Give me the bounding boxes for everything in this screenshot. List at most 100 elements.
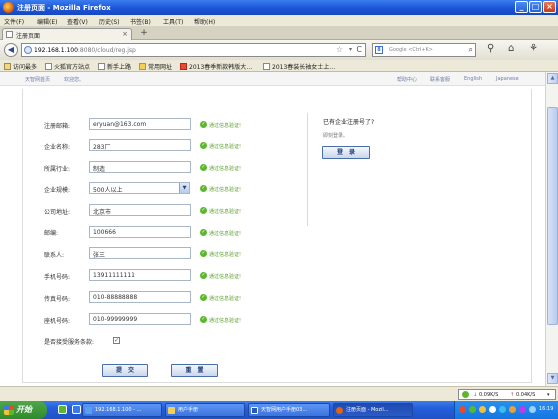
- company-size-label: 企业规模:: [44, 187, 71, 194]
- menu-edit[interactable]: 编辑(E): [37, 17, 57, 26]
- email-field[interactable]: eryuan@163.com: [89, 118, 191, 130]
- navigation-bar: ◀ 192.168.1.100:8080/cloud/reg.jsp ☆ ▾ C…: [0, 40, 558, 60]
- taskbar-item-folder[interactable]: 用户手册: [165, 403, 245, 417]
- menu-tools[interactable]: 工具(T): [163, 17, 183, 26]
- menu-history[interactable]: 历史(S): [99, 17, 120, 26]
- browser-quicklaunch-icon[interactable]: [72, 405, 81, 414]
- scroll-down-icon[interactable]: ▼: [547, 373, 558, 384]
- company-name-label: 企业名称:: [44, 144, 71, 151]
- phone-field[interactable]: 010-99999999: [89, 313, 191, 325]
- search-icon[interactable]: ⌕: [469, 45, 473, 55]
- login-button[interactable]: 登 录: [322, 146, 370, 159]
- volume-icon[interactable]: [489, 406, 496, 413]
- minimize-button[interactable]: _: [515, 1, 528, 13]
- home-icon[interactable]: ⌂: [508, 43, 514, 54]
- contact-field[interactable]: 张三: [89, 247, 191, 259]
- japanese-link[interactable]: Japanese: [496, 76, 519, 82]
- company-size-select[interactable]: 500人以上 ▼: [89, 182, 190, 194]
- company-name-field[interactable]: 283厂: [89, 139, 191, 151]
- status-bar: ↓ 0.09K/S ↑ 0.04K/S ▾: [0, 386, 558, 401]
- folder-icon: [168, 407, 175, 414]
- bookmark-firefox-site[interactable]: 火狐官方站点: [45, 62, 90, 71]
- maximize-button[interactable]: □: [529, 1, 542, 13]
- tab-close-icon[interactable]: ×: [122, 30, 128, 38]
- star-folder-icon: [4, 63, 11, 70]
- bookmark-spring-style[interactable]: 2013春季新款韩版大…: [180, 62, 252, 71]
- fax-field[interactable]: 010-88888888: [89, 291, 191, 303]
- window-title: 注册页面 - Mozilla Firefox: [17, 4, 111, 12]
- network-tray-icon[interactable]: [469, 406, 476, 413]
- home-link[interactable]: 天智网首页: [25, 76, 50, 83]
- page-icon: [263, 63, 270, 70]
- help-center-link[interactable]: 帮助中心: [397, 76, 417, 83]
- postcode-label: 邮编:: [44, 230, 59, 237]
- bookmark-getting-started[interactable]: 新手上路: [98, 62, 131, 71]
- check-icon: ✓: [200, 121, 207, 128]
- industry-field[interactable]: 制造: [89, 161, 191, 173]
- dropdown-arrow-icon[interactable]: ▾: [349, 46, 352, 53]
- search-bar[interactable]: 8 Google <Ctrl+K> ⌕: [372, 43, 476, 57]
- address-validation: 通过信息验证!: [209, 209, 242, 215]
- menu-help[interactable]: 帮助(H): [194, 17, 215, 26]
- vertical-scrollbar[interactable]: ▲ ▼: [545, 72, 558, 386]
- taskbar-item-document[interactable]: 天智网用户手册03...: [248, 403, 330, 417]
- fax-validation: 通过信息验证!: [209, 296, 242, 302]
- reload-icon[interactable]: C: [356, 45, 362, 54]
- start-button[interactable]: 开始: [0, 401, 47, 419]
- existing-account-title: 已有企业注册号了?: [323, 119, 375, 126]
- tab-register[interactable]: 注册页面 ×: [2, 28, 132, 40]
- taskbar-item-firefox[interactable]: 注册页面 - Mozil...: [333, 403, 413, 417]
- back-button[interactable]: ◀: [4, 43, 18, 57]
- speed-menu-icon[interactable]: ▾: [547, 391, 550, 400]
- scroll-thumb[interactable]: [547, 107, 558, 325]
- new-tab-button[interactable]: +: [138, 29, 150, 39]
- phone-label: 座机号码:: [44, 318, 71, 325]
- postcode-field[interactable]: 100666: [89, 226, 191, 238]
- mobile-field[interactable]: 13911111111: [89, 269, 191, 281]
- industry-label: 所属行业:: [44, 166, 71, 173]
- address-field[interactable]: 北京市: [89, 204, 191, 216]
- company-size-validation: 通过信息验证!: [209, 187, 242, 193]
- url-bar[interactable]: 192.168.1.100:8080/cloud/reg.jsp ☆ ▾ C: [21, 43, 366, 57]
- page-icon: [98, 63, 105, 70]
- close-button[interactable]: ×: [543, 1, 556, 13]
- addon-icon[interactable]: ⚘: [529, 43, 538, 54]
- industry-validation: 通过信息验证!: [209, 166, 242, 172]
- show-desktop-icon[interactable]: [58, 405, 67, 414]
- connection-icon[interactable]: [529, 406, 536, 413]
- menu-view[interactable]: 查看(V): [67, 17, 88, 26]
- firefox-icon: [3, 2, 14, 13]
- menu-bookmarks[interactable]: 书签(B): [130, 17, 151, 26]
- bookmark-spring-shirt[interactable]: 2013春装长袖女士上…: [263, 62, 335, 71]
- login-now-text: 即刻登录。: [323, 133, 349, 139]
- submit-button[interactable]: 提 交: [102, 364, 148, 377]
- page-content: 注册邮箱: eryuan@163.com ✓ 通过信息验证! 企业名称: 283…: [0, 86, 545, 386]
- email-validation: 通过信息验证!: [209, 123, 242, 129]
- english-link[interactable]: English: [464, 76, 482, 82]
- url-text[interactable]: 192.168.1.100:8080/cloud/reg.jsp: [34, 47, 136, 54]
- update-icon[interactable]: [509, 406, 516, 413]
- terms-checkbox[interactable]: ✓: [113, 337, 120, 344]
- window-title-bar: 注册页面 - Mozilla Firefox _ □ ×: [0, 0, 558, 15]
- contact-service-link[interactable]: 联系客服: [430, 76, 450, 83]
- check-icon: ✓: [200, 142, 207, 149]
- menu-file[interactable]: 文件(F): [4, 17, 24, 26]
- search-go-icon[interactable]: ⚲: [487, 43, 494, 54]
- bookmark-most-visited[interactable]: 访问最多: [4, 62, 37, 71]
- contact-label: 联系人:: [44, 252, 65, 259]
- check-icon: ✓: [200, 185, 207, 192]
- check-icon: ✓: [200, 164, 207, 171]
- messenger-icon[interactable]: [499, 406, 506, 413]
- upload-speed: 0.04K/S: [516, 392, 536, 398]
- chevron-down-icon[interactable]: ▼: [179, 183, 189, 193]
- address-label: 公司地址:: [44, 209, 71, 216]
- antivirus-icon[interactable]: [459, 406, 466, 413]
- scroll-up-icon[interactable]: ▲: [547, 73, 558, 84]
- reset-button[interactable]: 重 置: [171, 364, 218, 377]
- security-icon[interactable]: [479, 406, 486, 413]
- bookmark-star-icon[interactable]: ☆: [336, 45, 343, 54]
- bookmark-common-sites[interactable]: 常用网址: [139, 62, 172, 71]
- ime-icon[interactable]: [519, 406, 526, 413]
- taskbar-item-ie[interactable]: 192.168.1.100 - ...: [82, 403, 162, 417]
- postcode-validation: 通过信息验证!: [209, 231, 242, 237]
